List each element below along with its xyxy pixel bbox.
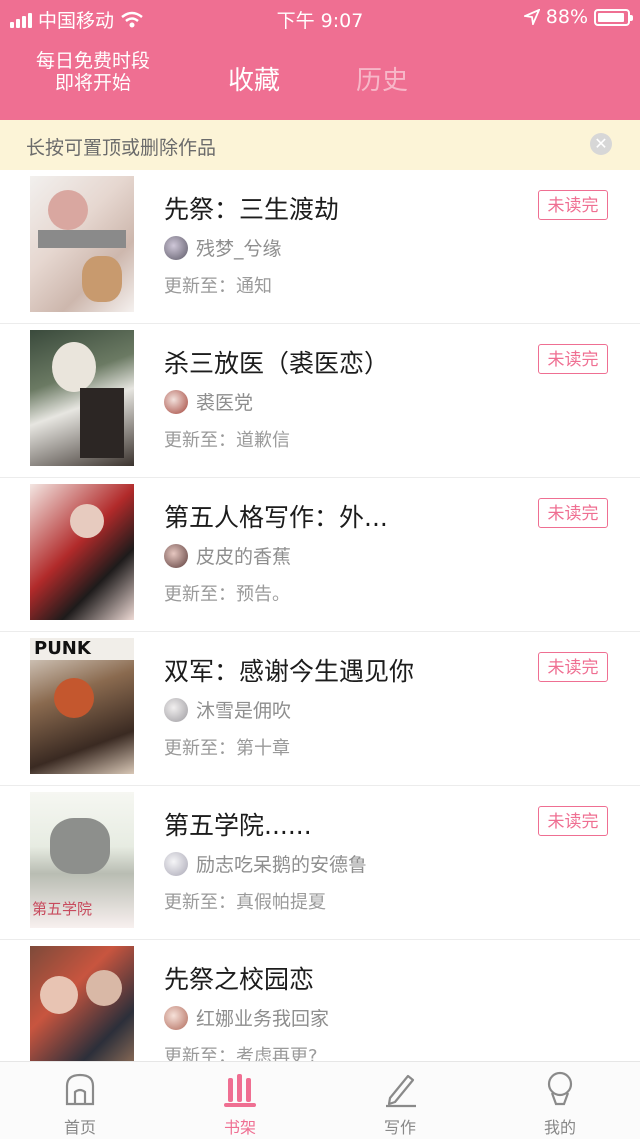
avatar — [164, 697, 188, 722]
book-cover: PUNK — [30, 638, 134, 774]
book-list-item[interactable]: 杀三放医（裘医恋） 裘医党 更新至：道歉信 未读完 — [0, 324, 640, 478]
book-list: 先祭：三生渡劫 残梦_兮缘 更新至：通知 未读完 杀三放医（裘医恋） 裘医党 更… — [0, 170, 640, 1094]
book-list-item[interactable]: 第五人格写作：外... 皮皮的香蕉 更新至：预告。 未读完 — [0, 478, 640, 632]
free-period-promo[interactable]: 每日免费时段 即将开始 — [18, 50, 168, 94]
tab-me[interactable]: 我的 — [500, 1062, 620, 1140]
book-update: 更新至：真假帕提夏 — [164, 892, 326, 913]
battery-percent: 88% — [545, 6, 588, 28]
book-title: 第五学院...... — [164, 811, 312, 840]
unread-badge: 未读完 — [538, 498, 608, 528]
status-right: 88% — [523, 6, 633, 28]
bookshelf-icon — [224, 1074, 256, 1107]
book-cover — [30, 330, 134, 466]
author-name: 沐雪是佣吹 — [196, 700, 292, 722]
book-title: 双军：感谢今生遇见你 — [164, 657, 415, 686]
tab-history[interactable]: 历史 — [356, 60, 408, 97]
book-list-item[interactable]: 先祭：三生渡劫 残梦_兮缘 更新至：通知 未读完 — [0, 170, 640, 324]
author-name: 残梦_兮缘 — [196, 238, 282, 260]
book-title: 先祭之校园恋 — [164, 965, 315, 994]
top-header: 中国移动 下午 9:07 88% 每日免费时段 即将开始 收藏 历史 — [0, 0, 640, 120]
book-update: 更新至：第十章 — [164, 738, 290, 759]
location-arrow-icon — [523, 9, 540, 25]
book-author: 残梦_兮缘 — [164, 234, 282, 261]
notice-text: 长按可置顶或删除作品 — [26, 137, 217, 159]
bottom-tab-bar: 首页 书架 写作 我的 — [0, 1061, 640, 1139]
tab-favorites[interactable]: 收藏 — [228, 60, 280, 97]
unread-badge: 未读完 — [538, 344, 608, 374]
avatar — [164, 543, 188, 568]
book-list-item[interactable]: PUNK 双军：感谢今生遇见你 沐雪是佣吹 更新至：第十章 未读完 — [0, 632, 640, 786]
book-update: 更新至：通知 — [164, 276, 272, 297]
tab-bookshelf-label: 书架 — [223, 1118, 256, 1137]
avatar — [164, 389, 188, 414]
unread-badge: 未读完 — [538, 652, 608, 682]
author-name: 皮皮的香蕉 — [196, 546, 292, 568]
tab-bookshelf[interactable]: 书架 — [180, 1062, 300, 1140]
promo-line1: 每日免费时段 — [35, 50, 150, 72]
book-author: 沐雪是佣吹 — [164, 696, 291, 723]
tab-me-label: 我的 — [543, 1118, 576, 1137]
book-author: 皮皮的香蕉 — [164, 542, 291, 569]
tab-write[interactable]: 写作 — [340, 1062, 460, 1140]
book-author: 红娜业务我回家 — [164, 1004, 329, 1031]
status-bar: 中国移动 下午 9:07 88% — [0, 0, 640, 34]
promo-line2: 即将开始 — [54, 72, 131, 94]
book-cover — [30, 484, 134, 620]
tab-write-label: 写作 — [383, 1118, 416, 1137]
book-update: 更新至：预告。 — [164, 584, 290, 605]
avatar — [164, 851, 188, 876]
author-name: 裘医党 — [196, 392, 254, 414]
battery-icon — [594, 8, 633, 26]
author-name: 红娜业务我回家 — [196, 1008, 330, 1030]
tab-home[interactable]: 首页 — [20, 1062, 140, 1140]
book-cover — [30, 176, 134, 312]
avatar — [164, 235, 188, 260]
book-list-item[interactable]: 第五学院 第五学院...... 励志吃呆鹅的安德鲁 更新至：真假帕提夏 未读完 — [0, 786, 640, 940]
book-title: 第五人格写作：外... — [164, 503, 388, 532]
book-title: 先祭：三生渡劫 — [164, 195, 340, 224]
author-name: 励志吃呆鹅的安德鲁 — [196, 854, 368, 876]
book-title: 杀三放医（裘医恋） — [164, 349, 390, 378]
avatar — [164, 1005, 188, 1030]
book-author: 励志吃呆鹅的安德鲁 — [164, 850, 367, 877]
unread-badge: 未读完 — [538, 806, 608, 836]
book-cover: 第五学院 — [30, 792, 134, 928]
profile-icon — [547, 1071, 573, 1106]
notice-bar: 长按可置顶或删除作品 — [0, 120, 640, 170]
unread-badge: 未读完 — [538, 190, 608, 220]
book-update: 更新至：道歉信 — [164, 430, 290, 451]
close-circle-icon[interactable]: ✕ — [590, 133, 612, 155]
book-author: 裘医党 — [164, 388, 253, 415]
pencil-icon — [386, 1074, 416, 1108]
tab-home-label: 首页 — [63, 1118, 96, 1137]
home-icon — [65, 1073, 95, 1106]
